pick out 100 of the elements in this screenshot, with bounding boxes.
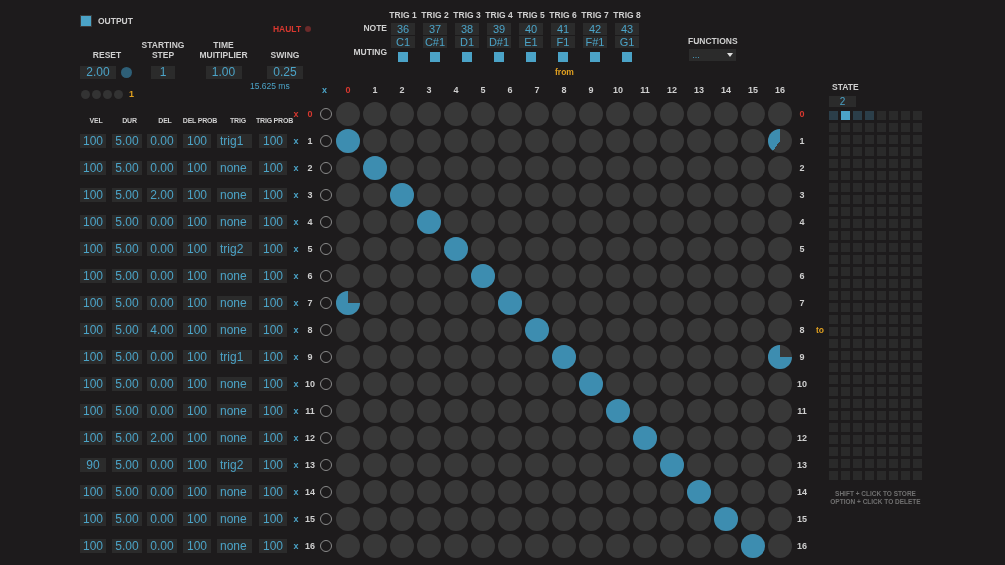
matrix-cell[interactable] [525,263,549,288]
mute-checkbox[interactable] [622,52,632,62]
matrix-cell[interactable] [498,479,522,504]
matrix-cell[interactable] [525,128,549,153]
matrix-cell[interactable] [552,425,576,450]
matrix-cell[interactable] [768,398,792,423]
matrix-cell[interactable] [444,209,468,234]
clear-row-button[interactable]: x [290,297,302,308]
matrix-cell[interactable] [579,533,603,558]
matrix-cell[interactable] [660,290,684,315]
matrix-cell[interactable] [525,317,549,342]
number-field[interactable]: 5.00 [112,484,142,499]
matrix-cell[interactable] [606,101,630,126]
matrix-cell[interactable] [363,236,387,261]
clear-row-button[interactable]: x [290,270,302,281]
matrix-cell[interactable] [444,533,468,558]
matrix-cell[interactable] [660,317,684,342]
mute-checkbox[interactable] [462,52,472,62]
number-field[interactable]: 0.00 [147,349,177,364]
matrix-cell[interactable] [579,101,603,126]
matrix-cell[interactable] [390,128,414,153]
matrix-cell[interactable] [768,236,792,261]
matrix-cell[interactable] [390,533,414,558]
matrix-cell[interactable] [714,290,738,315]
matrix-cell[interactable] [741,371,765,396]
note-name-field[interactable]: D1 [455,36,479,48]
number-field[interactable]: 2.00 [147,430,177,445]
number-field[interactable]: 1.00 [205,66,242,79]
matrix-cell[interactable] [633,533,657,558]
matrix-cell[interactable] [633,263,657,288]
matrix-cell[interactable] [606,425,630,450]
matrix-cell[interactable] [363,452,387,477]
matrix-cell[interactable] [633,236,657,261]
matrix-cell[interactable] [444,317,468,342]
trigger-field[interactable]: none [217,322,252,337]
matrix-cell[interactable] [687,317,711,342]
number-field[interactable]: 5.00 [112,322,142,337]
matrix-cell[interactable] [714,263,738,288]
number-field[interactable]: 100 [80,349,106,364]
number-field[interactable]: 2.00 [80,66,116,79]
matrix-cell[interactable] [768,344,792,369]
trigger-field[interactable]: none [217,511,252,526]
matrix-cell[interactable] [390,209,414,234]
clear-row-button[interactable]: x [290,378,302,389]
matrix-cell[interactable] [444,182,468,207]
matrix-cell[interactable] [687,209,711,234]
matrix-cell[interactable] [768,317,792,342]
trigger-field[interactable]: trig2 [217,241,252,256]
matrix-cell[interactable] [741,452,765,477]
matrix-cell[interactable] [336,182,360,207]
matrix-cell[interactable] [498,209,522,234]
matrix-cell[interactable] [687,236,711,261]
number-field[interactable]: 100 [80,403,106,418]
matrix-cell[interactable] [390,101,414,126]
trigger-field[interactable]: trig1 [217,133,252,148]
matrix-cell[interactable] [336,479,360,504]
number-field[interactable]: 100 [259,376,287,391]
number-field[interactable]: 0.00 [147,160,177,175]
matrix-cell[interactable] [525,452,549,477]
matrix-cell[interactable] [768,425,792,450]
matrix-cell[interactable] [741,533,765,558]
knob-icon[interactable] [121,67,132,78]
matrix-cell[interactable] [768,128,792,153]
number-field[interactable]: 100 [80,430,106,445]
matrix-cell[interactable] [660,533,684,558]
number-field[interactable]: 100 [80,160,106,175]
number-field[interactable]: 100 [183,538,211,553]
matrix-cell[interactable] [498,236,522,261]
number-field[interactable]: 5.00 [112,403,142,418]
matrix-cell[interactable] [768,452,792,477]
number-field[interactable]: 100 [80,214,106,229]
number-field[interactable]: 5.00 [112,430,142,445]
matrix-cell[interactable] [606,533,630,558]
matrix-cell[interactable] [444,236,468,261]
matrix-cell[interactable] [660,236,684,261]
matrix-cell[interactable] [660,452,684,477]
matrix-cell[interactable] [444,371,468,396]
matrix-cell[interactable] [552,317,576,342]
matrix-cell[interactable] [390,425,414,450]
matrix-cell[interactable] [660,101,684,126]
matrix-cell[interactable] [525,290,549,315]
matrix-cell[interactable] [552,452,576,477]
matrix-cell[interactable] [525,155,549,180]
matrix-cell[interactable] [471,209,495,234]
number-field[interactable]: 100 [183,187,211,202]
matrix-cell[interactable] [417,101,441,126]
matrix-cell[interactable] [633,452,657,477]
matrix-cell[interactable] [768,155,792,180]
number-field[interactable]: 100 [183,214,211,229]
matrix-cell[interactable] [741,425,765,450]
matrix-cell[interactable] [714,155,738,180]
number-field[interactable]: 100 [80,538,106,553]
matrix-cell[interactable] [417,182,441,207]
matrix-cell[interactable] [417,506,441,531]
number-field[interactable]: 100 [183,430,211,445]
note-number-field[interactable]: 42 [583,23,607,35]
number-field[interactable]: 100 [259,322,287,337]
matrix-cell[interactable] [687,155,711,180]
matrix-cell[interactable] [417,155,441,180]
matrix-cell[interactable] [417,263,441,288]
